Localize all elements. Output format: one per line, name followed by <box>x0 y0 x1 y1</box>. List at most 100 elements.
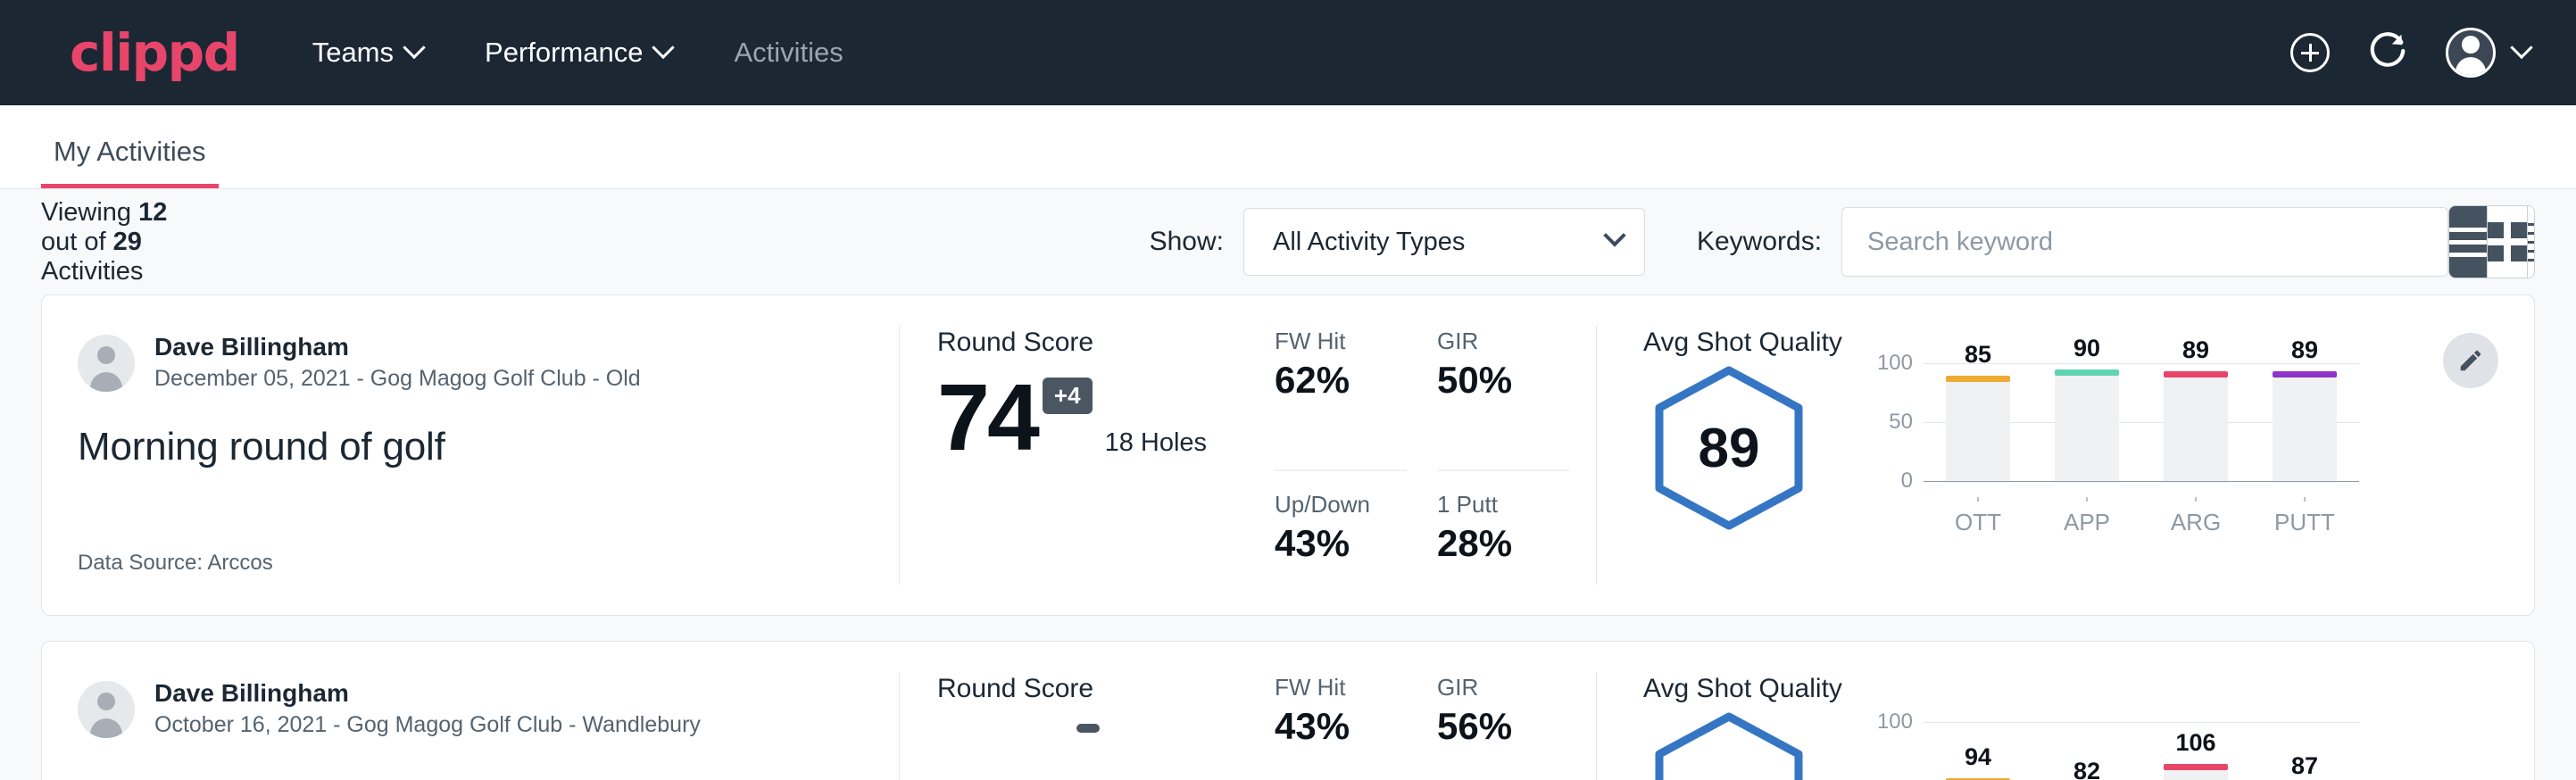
shot-quality-bar-chart: 100 94 <box>1859 709 2359 780</box>
bar-app: 90 <box>2055 363 2119 481</box>
tab-bar: My Activities <box>0 105 2576 189</box>
bar-putt: 87 <box>2273 709 2337 780</box>
bar-value: 89 <box>2164 336 2228 364</box>
top-navigation-bar: clippd Teams Performance Activities <box>0 0 2576 105</box>
nav-item-performance[interactable]: Performance <box>481 29 675 76</box>
bar-value: 89 <box>2273 336 2337 364</box>
compact-view-button[interactable] <box>2528 206 2535 278</box>
avg-shot-quality-section: Avg Shot Quality 100 <box>1597 642 2534 780</box>
add-circle-icon[interactable] <box>2290 33 2330 72</box>
avg-shot-quality-hexagon: 89 <box>1650 363 1807 533</box>
keyword-filter: Keywords: <box>1697 207 2448 277</box>
show-label: Show: <box>1150 227 1224 257</box>
filter-bar: Viewing 12 out of 29 Activities Show: Al… <box>0 189 2576 295</box>
grid-view-icon <box>2488 222 2527 261</box>
avg-shot-quality-value: 89 <box>1650 363 1807 533</box>
avatar <box>78 681 135 738</box>
round-score-section: Round Score <box>900 642 1275 780</box>
stat-value: 56% <box>1437 705 1569 748</box>
grid-view-button[interactable] <box>2488 206 2528 278</box>
viewing-total: 29 <box>113 228 142 256</box>
activity-meta: October 16, 2021 - Gog Magog Golf Club -… <box>154 709 701 743</box>
bar-ott: 94 <box>1946 709 2010 780</box>
chevron-down-icon <box>403 37 425 59</box>
player-name: Dave Billingham <box>154 331 641 362</box>
stat-value: 43% <box>1275 705 1407 748</box>
y-tick: 0 <box>1901 469 1913 494</box>
stat-gir: GIR 50% <box>1437 328 1569 471</box>
round-score-label: Round Score <box>937 674 1275 704</box>
activity-identity: Dave Billingham October 16, 2021 - Gog M… <box>42 642 899 780</box>
x-tick-label: APP <box>2064 509 2110 536</box>
plot-area: 85 90 <box>1924 363 2359 497</box>
y-tick: 100 <box>1877 709 1913 734</box>
clippd-logo[interactable]: clippd <box>70 22 239 83</box>
nav-item-teams-label: Teams <box>312 37 394 69</box>
activity-card[interactable]: Dave Billingham October 16, 2021 - Gog M… <box>41 641 2535 780</box>
player-name: Dave Billingham <box>154 677 701 709</box>
score-to-par-badge <box>1076 724 1100 733</box>
plot-area: 94 82 <box>1924 709 2359 780</box>
stat-label: GIR <box>1437 674 1569 701</box>
avg-shot-quality-hexagon <box>1650 709 1807 780</box>
viewing-summary: Viewing 12 out of 29 Activities <box>41 198 177 286</box>
y-tick: 100 <box>1877 351 1913 376</box>
account-menu[interactable] <box>2446 28 2530 78</box>
axis-line <box>1924 481 2359 482</box>
round-stats: FW Hit 43% GIR 56% <box>1275 642 1596 780</box>
list-view-icon <box>2449 228 2487 257</box>
bar-app: 82 <box>2055 709 2119 780</box>
x-tick-label: PUTT <box>2274 509 2335 536</box>
y-axis: 100 50 0 <box>1859 363 1913 497</box>
x-tick-label: ARG <box>2171 509 2221 536</box>
stat-fw-hit: FW Hit 62% <box>1275 328 1407 471</box>
nav-item-teams[interactable]: Teams <box>309 29 426 76</box>
edit-activity-button[interactable] <box>2443 333 2498 388</box>
data-source: Data Source: Arccos <box>78 551 273 576</box>
list-view-button[interactable] <box>2449 206 2488 278</box>
viewing-prefix: Viewing <box>41 198 138 227</box>
bar-value: 85 <box>1946 341 2010 369</box>
bar-arg: 89 <box>2164 363 2228 481</box>
y-axis: 100 <box>1859 709 1913 780</box>
avg-shot-quality-section: Avg Shot Quality 89 100 50 0 <box>1597 295 2534 615</box>
stat-value: 28% <box>1437 522 1569 565</box>
x-tick-label: OTT <box>1955 509 2001 536</box>
stat-label: Up/Down <box>1275 491 1407 519</box>
stat-up-down: Up/Down 43% <box>1275 471 1407 615</box>
stat-label: FW Hit <box>1275 328 1407 355</box>
nav-item-activities[interactable]: Activities <box>730 29 846 76</box>
chevron-down-icon <box>652 37 675 59</box>
tab-my-activities[interactable]: My Activities <box>41 136 219 188</box>
score-to-par-badge: +4 <box>1043 378 1093 414</box>
keywords-label: Keywords: <box>1697 227 1822 257</box>
compact-view-icon <box>2528 223 2535 261</box>
stat-value: 50% <box>1437 359 1569 402</box>
shot-quality-bar-chart: 100 50 0 85 <box>1859 363 2359 533</box>
view-mode-toggle <box>2448 205 2535 278</box>
round-score-value: 74 <box>937 370 1037 465</box>
bar-value: 87 <box>2273 752 2337 780</box>
activity-card[interactable]: Dave Billingham December 05, 2021 - Gog … <box>41 295 2535 616</box>
holes-played: 18 Holes <box>1105 428 1207 458</box>
activity-type-select[interactable]: All Activity Types <box>1243 208 1645 276</box>
chevron-down-icon <box>2510 37 2532 59</box>
player-row: Dave Billingham December 05, 2021 - Gog … <box>78 331 858 396</box>
player-row: Dave Billingham October 16, 2021 - Gog M… <box>78 677 858 743</box>
bar-value: 94 <box>1946 743 2010 771</box>
primary-nav: Teams Performance Activities <box>309 29 847 76</box>
bar-value: 82 <box>2055 758 2119 780</box>
avg-shot-quality-label: Avg Shot Quality <box>1643 674 2534 704</box>
avatar[interactable] <box>2446 28 2496 78</box>
stat-label: GIR <box>1437 328 1569 355</box>
refresh-icon[interactable] <box>2367 30 2408 76</box>
stat-value: 43% <box>1275 522 1407 565</box>
stat-fw-hit: FW Hit 43% <box>1275 674 1407 780</box>
search-input[interactable] <box>1841 207 2448 277</box>
bar-putt: 89 <box>2273 363 2337 481</box>
y-tick: 50 <box>1889 410 1913 435</box>
bar-arg: 106 <box>2164 709 2228 780</box>
pencil-icon <box>2457 347 2484 374</box>
stat-gir: GIR 56% <box>1437 674 1569 780</box>
viewing-count: 12 <box>138 198 167 227</box>
